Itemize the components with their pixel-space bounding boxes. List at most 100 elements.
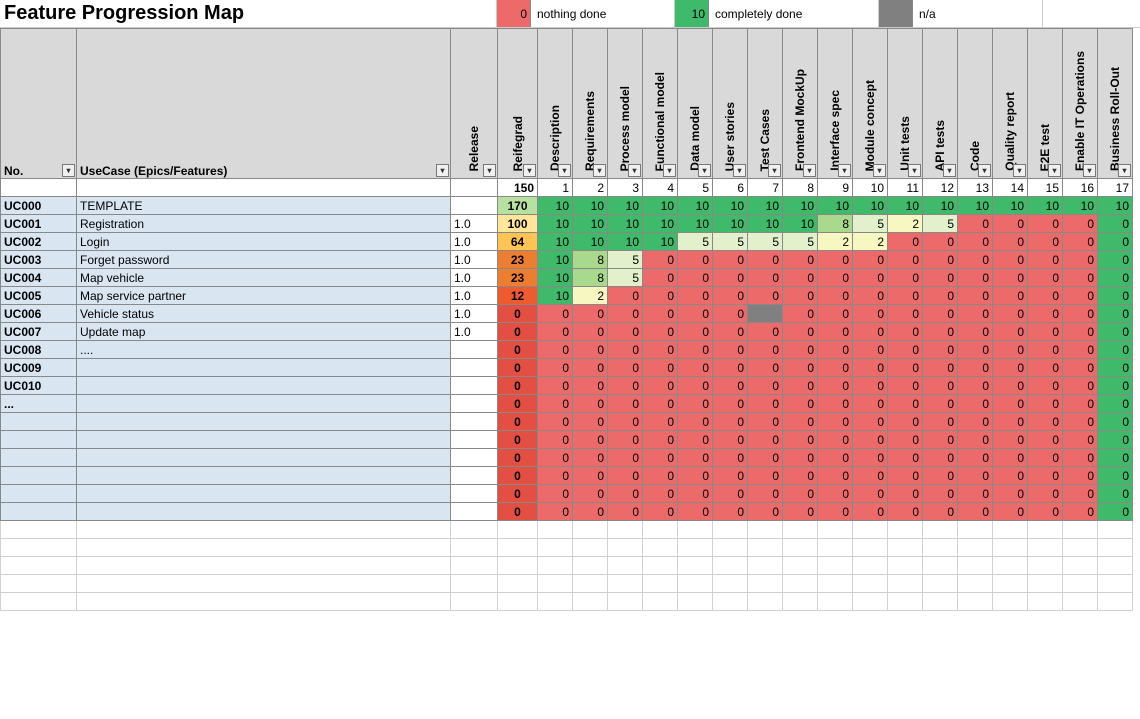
filter-dropdown-icon[interactable]: ▾ [803, 164, 816, 177]
cell-value[interactable]: 10 [573, 233, 608, 251]
cell-no[interactable] [1, 449, 77, 467]
cell-value[interactable]: 10 [818, 197, 853, 215]
empty-cell[interactable] [451, 557, 498, 575]
empty-cell[interactable] [1063, 557, 1098, 575]
cell-value[interactable]: 10 [538, 233, 573, 251]
cell-value[interactable]: 0 [643, 341, 678, 359]
cell-value[interactable]: 0 [923, 413, 958, 431]
cell-value[interactable]: 0 [608, 485, 643, 503]
cell-value[interactable]: 0 [643, 287, 678, 305]
cell-value[interactable]: 0 [1028, 503, 1063, 521]
cell-value[interactable]: 0 [958, 251, 993, 269]
cell-value[interactable]: 10 [643, 233, 678, 251]
header-col[interactable]: Module concept▾ [853, 29, 888, 179]
cell-value[interactable]: 0 [1098, 233, 1133, 251]
cell-value[interactable]: 0 [923, 305, 958, 323]
filter-dropdown-icon[interactable]: ▾ [768, 164, 781, 177]
cell-value[interactable]: 10 [993, 197, 1028, 215]
cell-value[interactable]: 0 [783, 503, 818, 521]
cell-value[interactable]: 0 [958, 269, 993, 287]
filter-dropdown-icon[interactable]: ▾ [663, 164, 676, 177]
empty-cell[interactable] [451, 521, 498, 539]
cell-release[interactable] [451, 197, 498, 215]
cell-release[interactable] [451, 431, 498, 449]
cell-value[interactable]: 0 [713, 503, 748, 521]
cell-value[interactable]: 0 [713, 395, 748, 413]
cell-value[interactable]: 0 [643, 413, 678, 431]
cell-usecase[interactable]: Forget password [77, 251, 451, 269]
cell-value[interactable]: 0 [713, 449, 748, 467]
filter-dropdown-icon[interactable]: ▾ [1118, 164, 1131, 177]
cell-value[interactable]: 0 [643, 359, 678, 377]
cell-reifegrad[interactable]: 0 [498, 341, 538, 359]
cell-value[interactable]: 0 [608, 341, 643, 359]
cell-no[interactable]: UC010 [1, 377, 77, 395]
cell-value[interactable]: 0 [993, 287, 1028, 305]
cell-value[interactable]: 0 [888, 467, 923, 485]
empty-cell[interactable] [888, 539, 923, 557]
cell-value[interactable]: 0 [678, 485, 713, 503]
empty-cell[interactable] [713, 575, 748, 593]
cell-value[interactable]: 0 [818, 251, 853, 269]
cell-value[interactable]: 0 [608, 503, 643, 521]
cell-value[interactable]: 0 [923, 359, 958, 377]
cell-value[interactable]: 0 [783, 323, 818, 341]
empty-cell[interactable] [853, 575, 888, 593]
cell-no[interactable]: UC006 [1, 305, 77, 323]
cell-value[interactable]: 10 [643, 215, 678, 233]
cell-value[interactable]: 0 [748, 359, 783, 377]
empty-cell[interactable] [77, 557, 451, 575]
empty-cell[interactable] [783, 575, 818, 593]
cell-value[interactable]: 0 [958, 377, 993, 395]
cell-value[interactable]: 0 [958, 413, 993, 431]
cell-value[interactable]: 0 [1098, 323, 1133, 341]
filter-dropdown-icon[interactable]: ▾ [838, 164, 851, 177]
cell-value[interactable]: 0 [993, 413, 1028, 431]
empty-cell[interactable] [538, 575, 573, 593]
cell-value[interactable]: 0 [678, 323, 713, 341]
empty-cell[interactable] [923, 575, 958, 593]
cell-value[interactable]: 10 [783, 197, 818, 215]
empty-cell[interactable] [888, 557, 923, 575]
cell-value[interactable]: 0 [538, 323, 573, 341]
cell-value[interactable]: 0 [678, 467, 713, 485]
empty-cell[interactable] [678, 539, 713, 557]
cell-value[interactable]: 0 [573, 341, 608, 359]
cell-no[interactable]: UC009 [1, 359, 77, 377]
cell-value[interactable]: 0 [678, 395, 713, 413]
empty-cell[interactable] [713, 557, 748, 575]
cell-reifegrad[interactable]: 100 [498, 215, 538, 233]
cell-value[interactable]: 0 [643, 449, 678, 467]
cell-value[interactable]: 0 [678, 251, 713, 269]
empty-cell[interactable] [818, 593, 853, 611]
empty-cell[interactable] [1098, 593, 1133, 611]
empty-cell[interactable] [1063, 521, 1098, 539]
empty-cell[interactable] [608, 521, 643, 539]
cell-value[interactable]: 10 [713, 215, 748, 233]
cell-value[interactable]: 10 [713, 197, 748, 215]
empty-cell[interactable] [573, 593, 608, 611]
cell-value[interactable]: 0 [643, 467, 678, 485]
cell-value[interactable]: 0 [888, 251, 923, 269]
cell-value[interactable]: 0 [923, 449, 958, 467]
header-col[interactable]: Enable IT Operations▾ [1063, 29, 1098, 179]
cell-value[interactable]: 0 [853, 305, 888, 323]
cell-value[interactable]: 0 [993, 359, 1028, 377]
cell-value[interactable]: 0 [678, 503, 713, 521]
cell-value[interactable]: 0 [608, 377, 643, 395]
cell-value[interactable]: 0 [853, 269, 888, 287]
cell-release[interactable]: 1.0 [451, 233, 498, 251]
cell-value[interactable]: 0 [888, 323, 923, 341]
cell-value[interactable]: 0 [1063, 467, 1098, 485]
cell-reifegrad[interactable]: 0 [498, 431, 538, 449]
filter-dropdown-icon[interactable]: ▾ [62, 164, 75, 177]
header-col[interactable]: Requirements▾ [573, 29, 608, 179]
empty-cell[interactable] [818, 539, 853, 557]
cell-value[interactable]: 0 [538, 341, 573, 359]
cell-value[interactable]: 0 [923, 251, 958, 269]
empty-cell[interactable] [1098, 557, 1133, 575]
empty-cell[interactable] [1, 593, 77, 611]
empty-cell[interactable] [1098, 575, 1133, 593]
empty-cell[interactable] [748, 521, 783, 539]
cell-value[interactable]: 0 [783, 269, 818, 287]
